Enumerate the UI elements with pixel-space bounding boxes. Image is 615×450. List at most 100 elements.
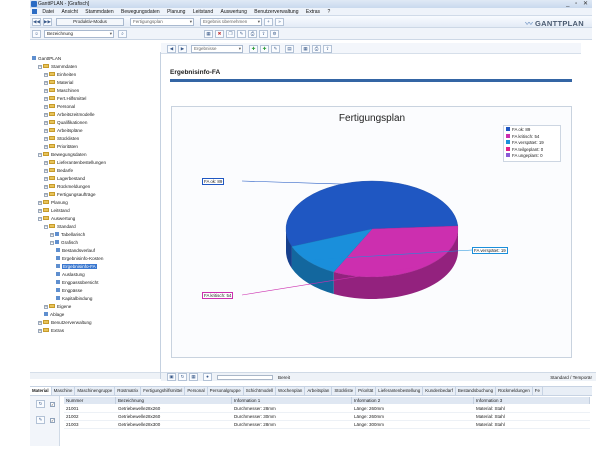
table-cell[interactable]: Material: Stahl [474, 413, 590, 421]
expand-icon[interactable]: + [44, 169, 48, 173]
copy-icon[interactable]: ❐ [226, 30, 235, 38]
tree-item[interactable]: Auslastung [56, 271, 85, 278]
table-cell[interactable]: 21001 [64, 405, 116, 413]
expand-icon[interactable]: + [44, 129, 48, 133]
collapse-icon[interactable]: − [50, 241, 54, 245]
module-tab[interactable]: Schichtmodell [244, 387, 277, 395]
table-cell[interactable]: Getriebewelle28x260 [116, 405, 232, 413]
module-tab[interactable]: Priorität [356, 387, 377, 395]
table-cell[interactable]: Länge: 260mm [352, 405, 474, 413]
expand-icon[interactable]: + [50, 233, 54, 237]
collapse-icon[interactable]: − [44, 225, 48, 229]
column-header[interactable]: Information 3 [474, 397, 590, 404]
menu-leitstand[interactable]: Leitstand [190, 8, 216, 16]
table-cell[interactable]: Durchmesser: 30mm [232, 413, 352, 421]
next-icon[interactable]: » [275, 18, 284, 26]
tree-item[interactable]: + Leitstand [38, 207, 70, 214]
menu-auswertung[interactable]: Auswertung [218, 8, 250, 16]
search-combo[interactable]: Ergebnis übernehmen ▾ [200, 18, 262, 26]
collapse-icon[interactable]: − [38, 217, 42, 221]
tree-item[interactable]: Kapitalbindung [56, 295, 92, 302]
refresh-icon[interactable]: ↻ [36, 400, 45, 408]
module-tab[interactable]: Kundenbedarf [423, 387, 456, 395]
users-icon[interactable]: ☺ [32, 30, 41, 38]
menu-datei[interactable]: Datei [39, 8, 57, 16]
table-cell[interactable]: Durchmesser: 28mm [232, 405, 352, 413]
tree-item[interactable]: − Standard [44, 223, 76, 230]
expand-icon[interactable]: + [44, 305, 48, 309]
chart-icon[interactable]: ▤ [285, 45, 294, 53]
expand-icon[interactable]: + [44, 137, 48, 141]
tree-item[interactable]: + Arbeitszeitmodelle [44, 111, 95, 118]
tree-item[interactable]: + Fertigungsaufträge [44, 191, 96, 198]
module-tab[interactable]: Stückliste [332, 387, 357, 395]
expand-icon[interactable]: + [44, 161, 48, 165]
tree-item[interactable]: + Arbeitspläne [44, 127, 83, 134]
expand-icon[interactable]: + [44, 73, 48, 77]
module-tab[interactable]: Bestandsbuchung [456, 387, 497, 395]
delete-icon[interactable]: ✖ [215, 30, 224, 38]
tree-item[interactable]: + Rückmeldungen [44, 183, 90, 190]
tree-item[interactable]: + Lagerbestand [44, 175, 85, 182]
add-icon[interactable]: + [264, 18, 273, 26]
expand-icon[interactable]: + [44, 121, 48, 125]
table-cell[interactable]: Material: Stahl [474, 405, 590, 413]
view-combo[interactable]: Ergebnisse ▾ [191, 45, 243, 53]
module-tab[interactable]: Rüstmatrix [115, 387, 142, 395]
table-cell[interactable]: 21002 [64, 413, 116, 421]
menu-benutzerverwaltung[interactable]: Benutzerverwaltung [251, 8, 301, 16]
expand-icon[interactable]: + [44, 145, 48, 149]
menu-stammdaten[interactable]: Stammdaten [82, 8, 116, 16]
expand-icon[interactable]: + [44, 89, 48, 93]
expand-icon[interactable]: + [44, 105, 48, 109]
collapse-icon[interactable]: − [38, 153, 42, 157]
back-icon[interactable]: ◀◀ [32, 18, 41, 26]
forward-icon[interactable]: ▶ [178, 45, 187, 53]
tree-item[interactable]: − Auswertung [38, 215, 75, 222]
tree-item[interactable]: + Lieferantenbestellungen [44, 159, 106, 166]
table-cell[interactable]: Länge: 260mm [352, 413, 474, 421]
expand-icon[interactable]: + [44, 185, 48, 189]
module-tab[interactable]: Rückmeldungen [496, 387, 533, 395]
table-cell[interactable]: Getriebewelle28x300 [116, 421, 232, 429]
menu-ansicht[interactable]: Ansicht [58, 8, 80, 16]
tree-item[interactable]: Ergebnisinfo-Kosten [56, 255, 103, 262]
tree-item[interactable]: + Planung [38, 199, 68, 206]
back-icon[interactable]: ◀ [167, 45, 176, 53]
menu-planung[interactable]: Planung [164, 8, 188, 16]
table-cell[interactable]: Durchmesser: 28mm [232, 421, 352, 429]
window-controls[interactable]: _ ▫ ✕ [566, 0, 590, 7]
expand-icon[interactable]: + [44, 177, 48, 181]
chart-view-icon[interactable]: ▣ [167, 373, 176, 381]
tree-item[interactable]: + Eigene [44, 303, 71, 310]
collapse-icon[interactable]: − [38, 65, 42, 69]
expand-icon[interactable]: + [44, 113, 48, 117]
edit-icon[interactable]: ✎ [36, 416, 45, 424]
tree-item[interactable]: + Benutzerverwaltung [38, 319, 92, 326]
menu-help[interactable]: ? [324, 8, 333, 16]
export-icon[interactable]: ⇪ [259, 30, 268, 38]
tree-item[interactable]: + Material [44, 79, 73, 86]
tree-item[interactable]: + Fert.Hilfsmittel [44, 95, 86, 102]
tree-horizontal-scrollbar[interactable] [30, 372, 160, 379]
save-icon[interactable]: ▦ [189, 373, 198, 381]
column-header[interactable]: Nummer [64, 397, 116, 404]
module-tab[interactable]: Fe [533, 387, 543, 395]
menu-extras[interactable]: Extras [303, 8, 323, 16]
menu-app-icon[interactable] [32, 9, 37, 14]
column-combo[interactable]: Bezeichnung ▾ [44, 30, 114, 38]
print-icon[interactable]: ⎙ [312, 45, 321, 53]
tree-item[interactable]: + Tabellarisch [50, 231, 85, 238]
expand-icon[interactable]: + [44, 97, 48, 101]
tree-item[interactable]: + Maschinen [44, 87, 79, 94]
tree-item[interactable]: − Grafisch [50, 239, 78, 246]
menu-bewegungsdaten[interactable]: Bewegungsdaten [118, 8, 163, 16]
filter-icon[interactable]: ▦ [204, 30, 213, 38]
forward-icon[interactable]: ▶▶ [43, 18, 52, 26]
expand-icon[interactable]: + [38, 201, 42, 205]
edit-icon[interactable]: ✎ [271, 45, 280, 53]
tree-item[interactable]: + Prioritäten [44, 143, 78, 150]
table-cell[interactable]: Getriebewelle28x260 [116, 413, 232, 421]
module-tab[interactable]: Lieferantenbestellung [376, 387, 424, 395]
module-tab[interactable]: Maschinengruppe [75, 387, 116, 395]
